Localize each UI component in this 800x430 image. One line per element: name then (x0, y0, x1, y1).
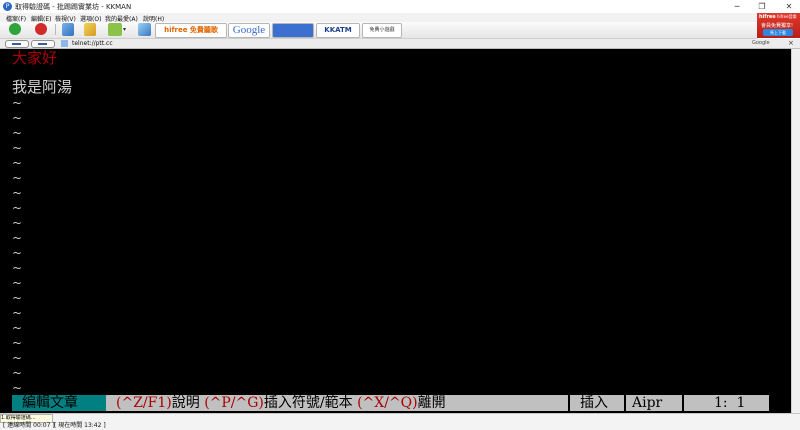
empty-line-marker: ~ (12, 216, 23, 230)
toolbar: ▾ hifree 免費聽歌 Google KKATM 免費小遊戲 (0, 22, 757, 39)
text-style-icon[interactable] (84, 23, 96, 36)
minimize-button[interactable]: ─ (728, 0, 746, 13)
quit-label: 離開 (417, 395, 446, 411)
ad-brand: hifree (759, 14, 776, 20)
empty-line-marker: ~ (12, 336, 23, 350)
empty-line-marker: ~ (12, 126, 23, 140)
empty-line-marker: ~ (12, 141, 23, 155)
empty-line-marker: ~ (12, 276, 23, 290)
empty-line-marker: ~ (12, 201, 23, 215)
cursor-position: 1: 1 (682, 395, 769, 411)
free-games-button[interactable]: 免費小遊戲 (362, 23, 402, 38)
close-button[interactable]: ✕ (780, 0, 798, 13)
empty-line-marker: ~ (12, 96, 23, 110)
maximize-button[interactable]: ❐ (753, 0, 771, 13)
kkman-app-icon: P (3, 2, 12, 11)
quit-shortcut: (^X/^Q) (357, 395, 418, 411)
empty-line-marker: ~ (12, 231, 23, 245)
window-title: 取得驗證碼 - 批踢踢實業坊 - KKMAN (15, 3, 132, 11)
kkatm-button[interactable]: KKATM (316, 23, 360, 38)
chevron-down-icon[interactable]: ▾ (123, 23, 128, 36)
toolbar-separator (55, 24, 56, 35)
empty-line-marker: ~ (12, 156, 23, 170)
insert-symbol-shortcut: (^P/^G) (204, 395, 264, 411)
editor-status-line: 編輯文章 (^Z/F1)說明 (^P/^G)插入符號/範本 (^X/^Q)離開 … (12, 395, 769, 411)
hifree-music-button[interactable]: hifree 免費聽歌 (155, 23, 227, 38)
search-site-icon[interactable] (272, 23, 314, 38)
insert-symbol-label: 插入符號/範本 (263, 395, 353, 411)
menu-bar: 檔案(F) 編輯(E) 檢視(V) 選項(O) 我的最愛(A) 說明(H) (0, 13, 757, 23)
back-button[interactable] (5, 40, 29, 48)
help-shortcut: (^Z/F1) (116, 395, 172, 411)
empty-line-marker: ~ (12, 306, 23, 320)
empty-line-marker: ~ (12, 291, 23, 305)
address-bar: Google × (0, 39, 800, 49)
insert-mode-indicator: 插入 (568, 395, 624, 411)
empty-line-marker: ~ (12, 246, 23, 260)
close-tab-icon[interactable]: × (788, 39, 794, 47)
editor-help-bar: (^Z/F1)說明 (^P/^G)插入符號/範本 (^X/^Q)離開 (106, 395, 568, 411)
title-bar: P 取得驗證碼 - 批踢踢實業坊 - KKMAN ─ ❐ ✕ (0, 0, 800, 14)
cube-icon[interactable] (138, 23, 151, 36)
arrow-right-icon (38, 43, 47, 45)
google-search-label[interactable]: Google (752, 40, 770, 46)
font-size-icon[interactable] (62, 23, 74, 36)
empty-line-marker: ~ (12, 366, 23, 380)
ad-banner[interactable]: hifree hifree音樂 會員免費獨享! 馬上下載 (757, 13, 800, 38)
empty-line-marker: ~ (12, 111, 23, 125)
terminal-line-1: 大家好 (12, 49, 58, 67)
telnet-terminal[interactable]: 大家好 我是阿湯 ~ ~ ~ ~ ~ ~ ~ ~ ~ ~ ~ ~ ~ ~ ~ ~… (0, 49, 791, 413)
connect-time: [ 連線時間 00:07 ] (3, 422, 55, 429)
empty-line-marker: ~ (12, 351, 23, 365)
ad-tagline: hifree音樂 (777, 14, 797, 19)
ad-download-button[interactable]: 馬上下載 (763, 29, 793, 36)
current-time: [ 現在時間 13:42 ] (54, 422, 106, 429)
empty-line-marker: ~ (12, 186, 23, 200)
empty-line-marker: ~ (12, 321, 23, 335)
connect-icon[interactable] (9, 23, 21, 35)
google-button[interactable]: Google (228, 23, 270, 38)
page-favicon (61, 40, 68, 47)
arrow-left-icon (12, 43, 21, 45)
ad-message: 會員免費獨享! (761, 23, 794, 29)
empty-line-marker: ~ (12, 261, 23, 275)
encoding-icon[interactable] (108, 23, 122, 36)
address-input[interactable] (70, 40, 754, 47)
empty-line-marker: ~ (12, 381, 23, 395)
help-label: 說明 (171, 395, 200, 411)
editor-flags: Aipr (624, 395, 682, 411)
stop-icon[interactable] (35, 23, 47, 35)
edit-mode-label: 編輯文章 (12, 395, 106, 411)
terminal-line-2: 我是阿湯 (12, 78, 73, 96)
status-bar: 1.取得驗證碼... [ 連線時間 00:07 ] [ 現在時間 13:42 ] (0, 413, 800, 430)
empty-line-marker: ~ (12, 171, 23, 185)
vertical-scrollbar[interactable] (791, 49, 800, 413)
forward-button[interactable] (31, 40, 55, 48)
